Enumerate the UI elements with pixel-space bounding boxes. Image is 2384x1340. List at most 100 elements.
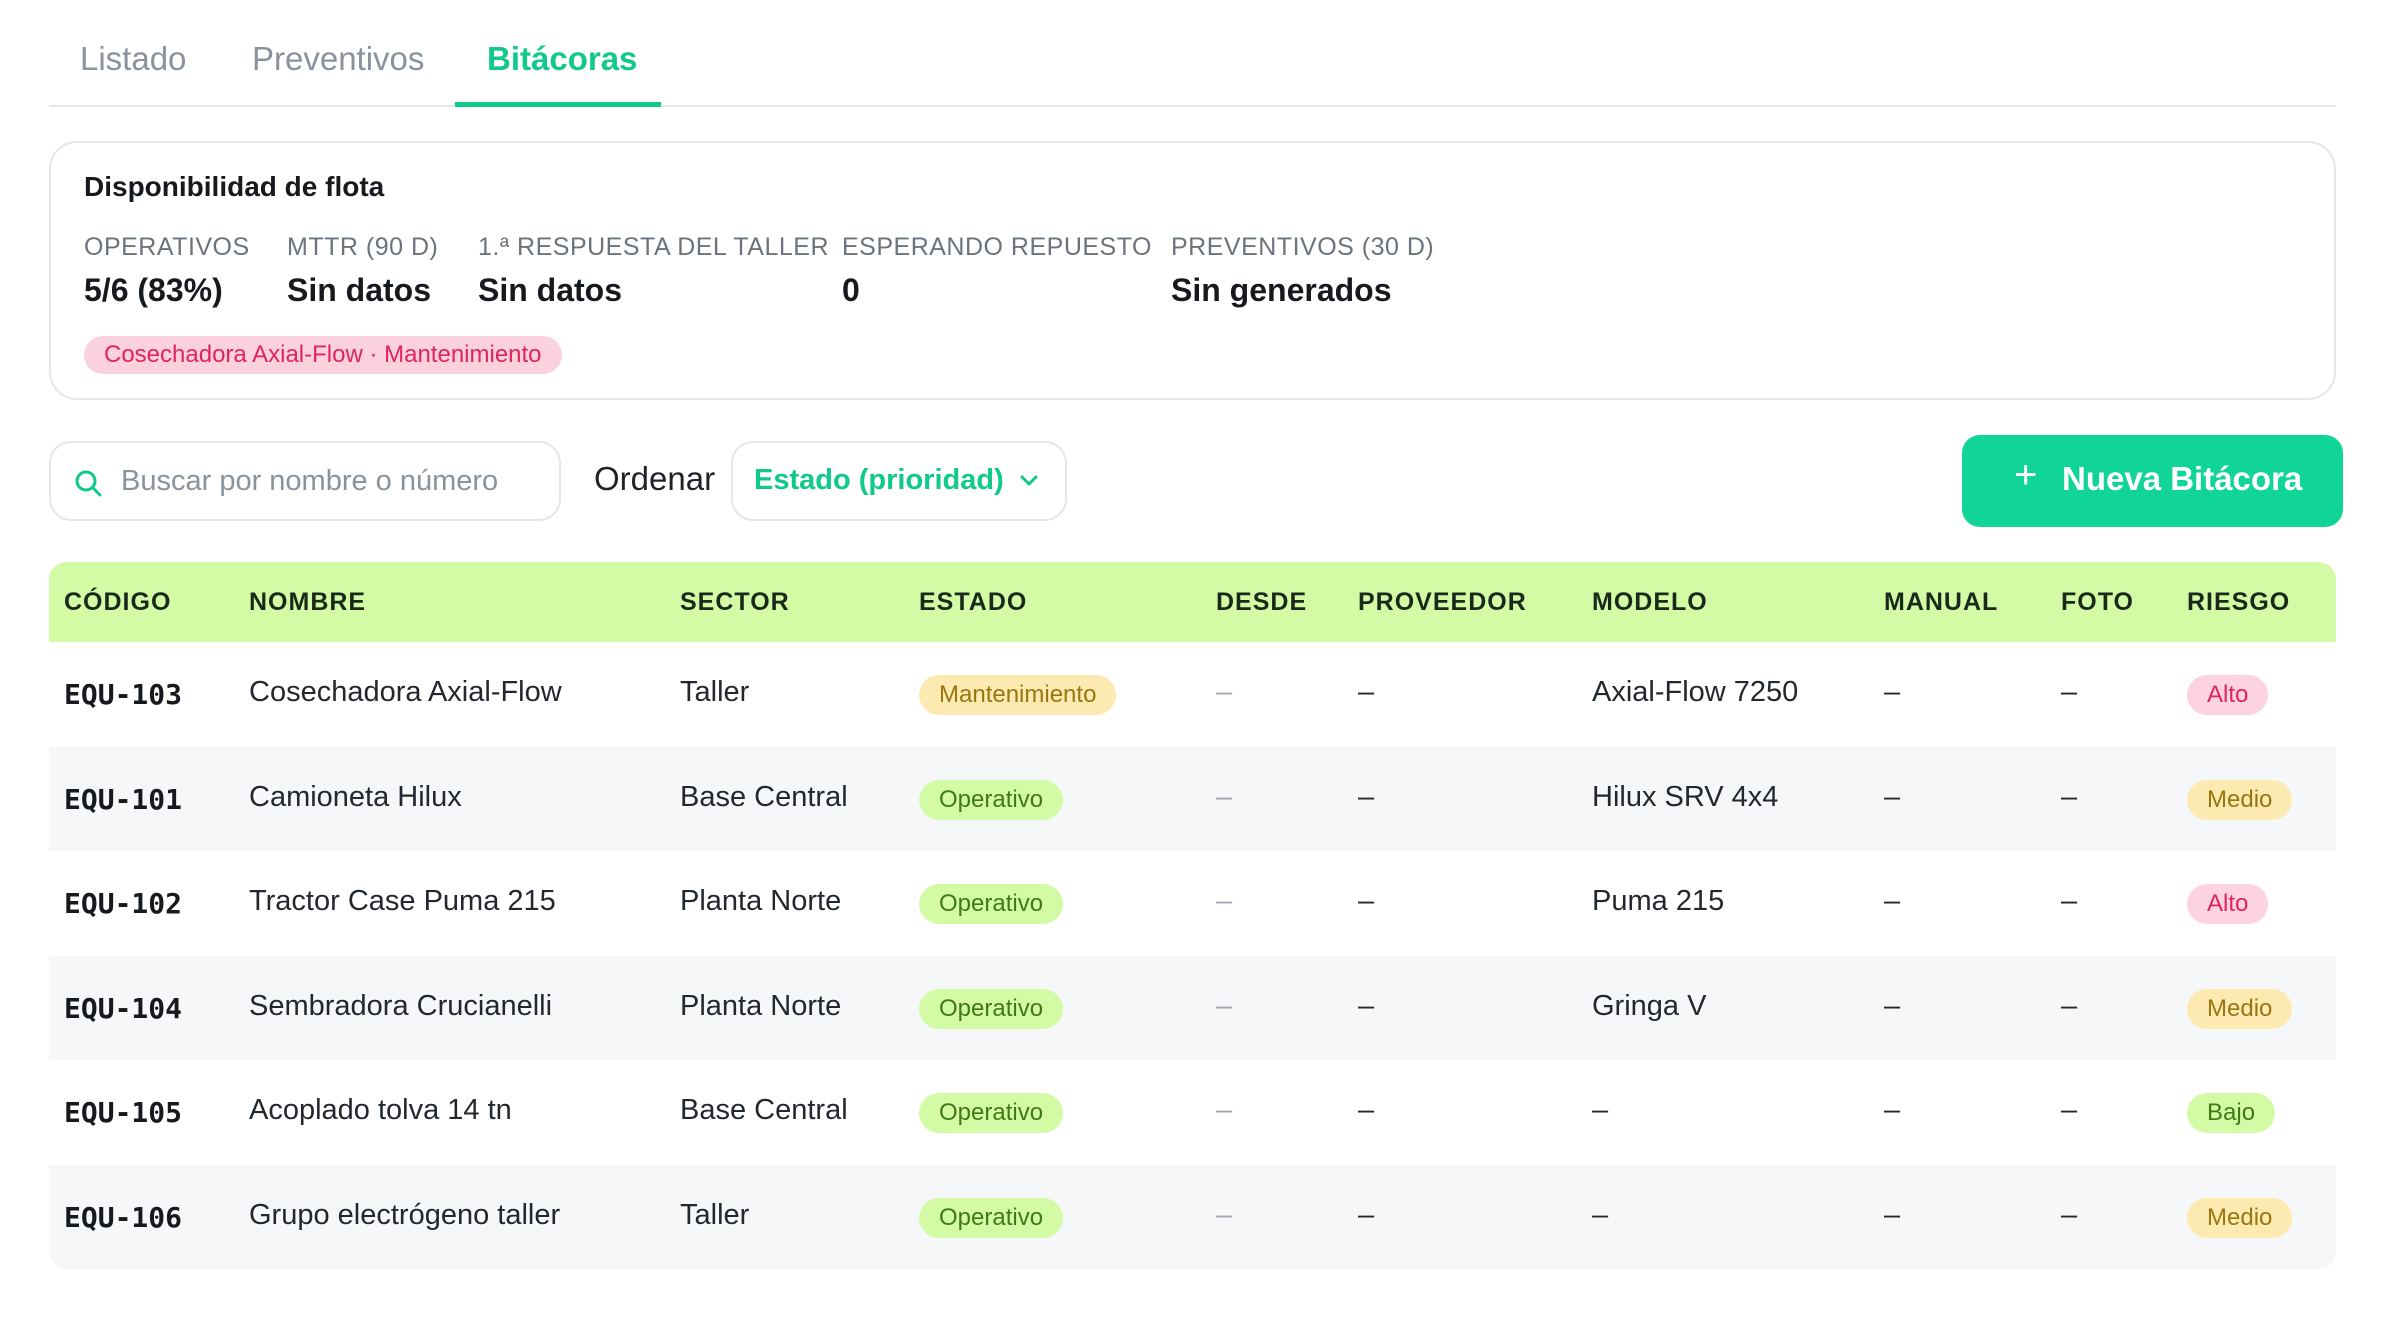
cell-codigo: EQU-101 xyxy=(64,782,183,816)
column-header-nombre[interactable]: NOMBRE xyxy=(249,588,366,617)
risk-badge: Bajo xyxy=(2187,1093,2276,1133)
cell-modelo: – xyxy=(1592,1198,1609,1231)
metric-esperando-repuesto: ESPERANDO REPUESTO 0 xyxy=(842,233,1152,309)
metric-label: ESPERANDO REPUESTO xyxy=(842,233,1153,261)
cell-foto: – xyxy=(2061,989,2078,1022)
cell-manual: – xyxy=(1884,1198,1901,1231)
cell-proveedor: – xyxy=(1358,1094,1375,1126)
cell-nombre: Sembradora Crucianelli xyxy=(249,989,553,1022)
metric-label: OPERATIVOS xyxy=(84,233,250,261)
search-box[interactable] xyxy=(49,441,561,521)
sort-select[interactable]: Estado (prioridad) xyxy=(731,441,1067,521)
risk-badge: Alto xyxy=(2187,884,2269,924)
table-row[interactable]: EQU-106 Grupo electrógeno taller Taller … xyxy=(49,1164,2336,1269)
cell-proveedor: – xyxy=(1358,885,1375,917)
sort-label: Ordenar xyxy=(594,460,716,497)
cell-nombre: Cosechadora Axial-Flow xyxy=(249,676,562,708)
cell-manual: – xyxy=(1884,989,1901,1022)
status-badge: Operativo xyxy=(919,884,1064,924)
table-row[interactable]: EQU-101 Camioneta Hilux Base Central Ope… xyxy=(49,746,2336,851)
cell-proveedor: – xyxy=(1358,989,1375,1022)
search-icon xyxy=(75,470,102,497)
cell-foto: – xyxy=(2061,676,2078,708)
metric-value: 0 xyxy=(842,272,860,308)
cell-nombre: Tractor Case Puma 215 xyxy=(249,885,556,917)
cell-foto: – xyxy=(2061,885,2078,917)
active-tab-indicator xyxy=(455,102,661,107)
cell-desde: – xyxy=(1216,989,1233,1022)
status-badge: Operativo xyxy=(919,779,1064,820)
cell-foto: – xyxy=(2061,780,2078,813)
risk-badge: Medio xyxy=(2187,1197,2293,1238)
column-header-modelo[interactable]: MODELO xyxy=(1592,588,1708,617)
tab-bitacoras[interactable]: Bitácoras xyxy=(487,40,637,78)
cell-proveedor: – xyxy=(1358,1198,1375,1231)
risk-badge: Medio xyxy=(2187,779,2293,820)
cell-codigo: EQU-104 xyxy=(64,991,183,1025)
status-badge: Operativo xyxy=(919,988,1064,1029)
column-header-foto[interactable]: FOTO xyxy=(2061,588,2134,617)
table-row[interactable]: EQU-104 Sembradora Crucianelli Planta No… xyxy=(49,955,2336,1060)
metric-value: Sin datos xyxy=(287,272,432,308)
cell-codigo: EQU-105 xyxy=(64,1096,183,1129)
cell-desde: – xyxy=(1216,1094,1233,1126)
metric-label: PREVENTIVOS (30 D) xyxy=(1171,233,1435,261)
risk-badge: Alto xyxy=(2187,675,2269,715)
metric-label: MTTR (90 D) xyxy=(287,233,439,261)
cell-sector: Taller xyxy=(680,1198,750,1231)
table-row[interactable]: EQU-103 Cosechadora Axial-Flow Taller Ma… xyxy=(49,642,2336,747)
cell-nombre: Camioneta Hilux xyxy=(249,780,462,813)
metric-operativos: OPERATIVOS 5/6 (83%) xyxy=(84,233,250,309)
chevron-down-icon xyxy=(1020,475,1038,486)
cell-modelo: Gringa V xyxy=(1592,989,1707,1022)
column-header-estado[interactable]: ESTADO xyxy=(919,588,1027,617)
cell-desde: – xyxy=(1216,1198,1233,1231)
fleet-availability-card: Disponibilidad de flota OPERATIVOS 5/6 (… xyxy=(49,141,2336,400)
cell-codigo: EQU-106 xyxy=(64,1200,183,1234)
tab-preventivos[interactable]: Preventivos xyxy=(252,40,424,78)
cell-desde: – xyxy=(1216,885,1233,917)
cell-proveedor: – xyxy=(1358,780,1375,813)
metric-mttr: MTTR (90 D) Sin datos xyxy=(287,233,438,309)
tab-listado[interactable]: Listado xyxy=(80,40,186,78)
cell-desde: – xyxy=(1216,676,1233,708)
search-input[interactable] xyxy=(121,455,541,507)
cell-modelo: Hilux SRV 4x4 xyxy=(1592,780,1779,813)
sort-selected-value: Estado (prioridad) xyxy=(754,464,1004,496)
cell-sector: Base Central xyxy=(680,1094,848,1126)
cell-nombre: Grupo electrógeno taller xyxy=(249,1198,561,1231)
cell-foto: – xyxy=(2061,1094,2078,1126)
table-header: CÓDIGO NOMBRE SECTOR ESTADO DESDE PROVEE… xyxy=(49,562,2336,642)
table-row[interactable]: EQU-102 Tractor Case Puma 215 Planta Nor… xyxy=(49,851,2336,956)
cell-sector: Planta Norte xyxy=(680,885,842,917)
maintenance-alert-chip[interactable]: Cosechadora Axial-Flow · Mantenimiento xyxy=(84,336,562,374)
cell-foto: – xyxy=(2061,1198,2078,1231)
bitacoras-table: CÓDIGO NOMBRE SECTOR ESTADO DESDE PROVEE… xyxy=(49,562,2336,1269)
column-header-desde[interactable]: DESDE xyxy=(1216,588,1307,617)
column-header-proveedor[interactable]: PROVEEDOR xyxy=(1358,588,1527,617)
cell-manual: – xyxy=(1884,676,1901,708)
cell-codigo: EQU-103 xyxy=(64,678,183,711)
cell-desde: – xyxy=(1216,780,1233,813)
column-header-riesgo[interactable]: RIESGO xyxy=(2187,588,2290,617)
cell-sector: Taller xyxy=(680,676,750,708)
new-bitacora-button[interactable]: + Nueva Bitácora xyxy=(1962,435,2343,527)
cell-sector: Planta Norte xyxy=(680,989,842,1022)
risk-badge: Medio xyxy=(2187,988,2293,1029)
tab-bar: Listado Preventivos Bitácoras xyxy=(49,0,2336,107)
cell-sector: Base Central xyxy=(680,780,848,813)
cell-modelo: Axial-Flow 7250 xyxy=(1592,676,1799,708)
status-badge: Operativo xyxy=(919,1093,1064,1133)
status-badge: Operativo xyxy=(919,1197,1064,1238)
status-badge: Mantenimiento xyxy=(919,675,1117,715)
cell-nombre: Acoplado tolva 14 tn xyxy=(249,1094,512,1126)
cell-proveedor: – xyxy=(1358,676,1375,708)
table-row[interactable]: EQU-105 Acoplado tolva 14 tn Base Centra… xyxy=(49,1060,2336,1165)
metric-label: 1.ª RESPUESTA DEL TALLER xyxy=(478,233,830,261)
card-title: Disponibilidad de flota xyxy=(84,171,385,202)
cell-manual: – xyxy=(1884,885,1901,917)
column-header-manual[interactable]: MANUAL xyxy=(1884,588,1998,617)
column-header-codigo[interactable]: CÓDIGO xyxy=(64,588,171,617)
cell-manual: – xyxy=(1884,1094,1901,1126)
column-header-sector[interactable]: SECTOR xyxy=(680,588,790,617)
